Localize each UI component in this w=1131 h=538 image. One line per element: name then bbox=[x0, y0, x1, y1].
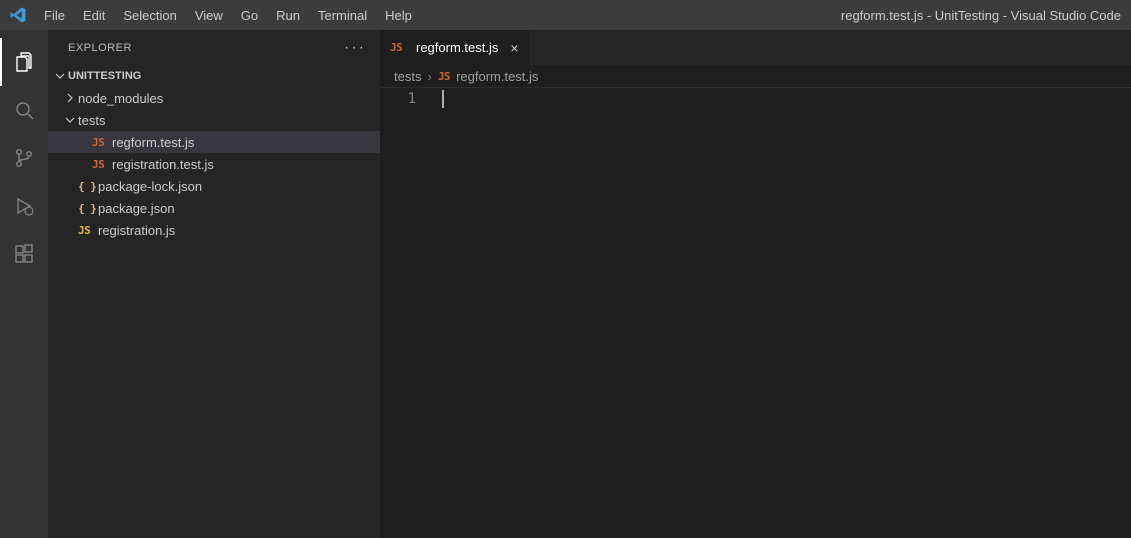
tree-file-package-lock[interactable]: { } package-lock.json bbox=[48, 175, 380, 197]
tab-regform-test[interactable]: JS regform.test.js × bbox=[380, 30, 529, 65]
menu-run[interactable]: Run bbox=[267, 2, 309, 29]
js-file-icon: JS bbox=[438, 70, 450, 83]
activity-bar bbox=[0, 30, 48, 538]
search-icon bbox=[12, 98, 36, 122]
activity-run-debug[interactable] bbox=[0, 182, 48, 230]
activity-search[interactable] bbox=[0, 86, 48, 134]
line-number: 1 bbox=[380, 90, 416, 109]
title-bar: File Edit Selection View Go Run Terminal… bbox=[0, 0, 1131, 30]
tree-label: package.json bbox=[98, 201, 175, 216]
tree-label: tests bbox=[78, 113, 105, 128]
tree-label: registration.js bbox=[98, 223, 175, 238]
activity-extensions[interactable] bbox=[0, 230, 48, 278]
js-file-icon: JS bbox=[78, 224, 98, 237]
tab-label: regform.test.js bbox=[416, 40, 498, 55]
breadcrumb-folder[interactable]: tests bbox=[394, 69, 421, 84]
activity-explorer[interactable] bbox=[0, 38, 48, 86]
more-actions-icon[interactable]: ··· bbox=[344, 39, 366, 57]
json-file-icon: { } bbox=[78, 202, 98, 215]
tree-file-registration-test[interactable]: JS registration.test.js bbox=[48, 153, 380, 175]
chevron-right-icon: › bbox=[427, 69, 431, 84]
tree-file-package-json[interactable]: { } package.json bbox=[48, 197, 380, 219]
text-cursor bbox=[442, 90, 444, 108]
line-number-gutter: 1 bbox=[380, 88, 442, 538]
window-title: regform.test.js - UnitTesting - Visual S… bbox=[841, 8, 1121, 23]
tree-file-registration-js[interactable]: JS registration.js bbox=[48, 219, 380, 241]
tree-file-regform-test[interactable]: JS regform.test.js bbox=[48, 131, 380, 153]
explorer-section-header[interactable]: UNITTESTING bbox=[48, 65, 380, 87]
tree-folder-node-modules[interactable]: node_modules bbox=[48, 87, 380, 109]
close-icon[interactable]: × bbox=[504, 40, 518, 56]
tree-label: node_modules bbox=[78, 91, 163, 106]
main-area: EXPLORER ··· UNITTESTING node_modules te… bbox=[0, 30, 1131, 538]
section-label: UNITTESTING bbox=[68, 70, 141, 82]
activity-source-control[interactable] bbox=[0, 134, 48, 182]
extensions-icon bbox=[12, 242, 36, 266]
menu-file[interactable]: File bbox=[35, 2, 74, 29]
chevron-right-icon bbox=[62, 92, 78, 104]
menu-terminal[interactable]: Terminal bbox=[309, 2, 376, 29]
chevron-down-icon bbox=[62, 114, 78, 126]
chevron-down-icon bbox=[52, 70, 68, 82]
breadcrumbs[interactable]: tests › JS regform.test.js bbox=[380, 65, 1131, 87]
menu-help[interactable]: Help bbox=[376, 2, 421, 29]
js-file-icon: JS bbox=[92, 136, 112, 149]
menu-go[interactable]: Go bbox=[232, 2, 267, 29]
tree-label: regform.test.js bbox=[112, 135, 194, 150]
sidebar-title: EXPLORER bbox=[68, 42, 132, 54]
menu-selection[interactable]: Selection bbox=[114, 2, 185, 29]
sidebar-header: EXPLORER ··· bbox=[48, 30, 380, 65]
js-file-icon: JS bbox=[92, 158, 112, 171]
menu-view[interactable]: View bbox=[186, 2, 232, 29]
branch-icon bbox=[12, 146, 36, 170]
code-area[interactable] bbox=[442, 88, 1131, 538]
vscode-logo-icon bbox=[0, 6, 35, 24]
tree-folder-tests[interactable]: tests bbox=[48, 109, 380, 131]
editor-tabs: JS regform.test.js × bbox=[380, 30, 1131, 65]
file-tree: node_modules tests JS regform.test.js JS… bbox=[48, 87, 380, 241]
breadcrumb-file[interactable]: regform.test.js bbox=[456, 69, 538, 84]
tree-label: package-lock.json bbox=[98, 179, 202, 194]
files-icon bbox=[12, 50, 36, 74]
tree-label: registration.test.js bbox=[112, 157, 214, 172]
js-file-icon: JS bbox=[390, 41, 410, 54]
editor-body[interactable]: 1 bbox=[380, 87, 1131, 538]
menu-edit[interactable]: Edit bbox=[74, 2, 114, 29]
menu-bar: File Edit Selection View Go Run Terminal… bbox=[35, 2, 421, 29]
play-bug-icon bbox=[12, 194, 36, 218]
sidebar-explorer: EXPLORER ··· UNITTESTING node_modules te… bbox=[48, 30, 380, 538]
json-file-icon: { } bbox=[78, 180, 98, 193]
editor-group: JS regform.test.js × tests › JS regform.… bbox=[380, 30, 1131, 538]
